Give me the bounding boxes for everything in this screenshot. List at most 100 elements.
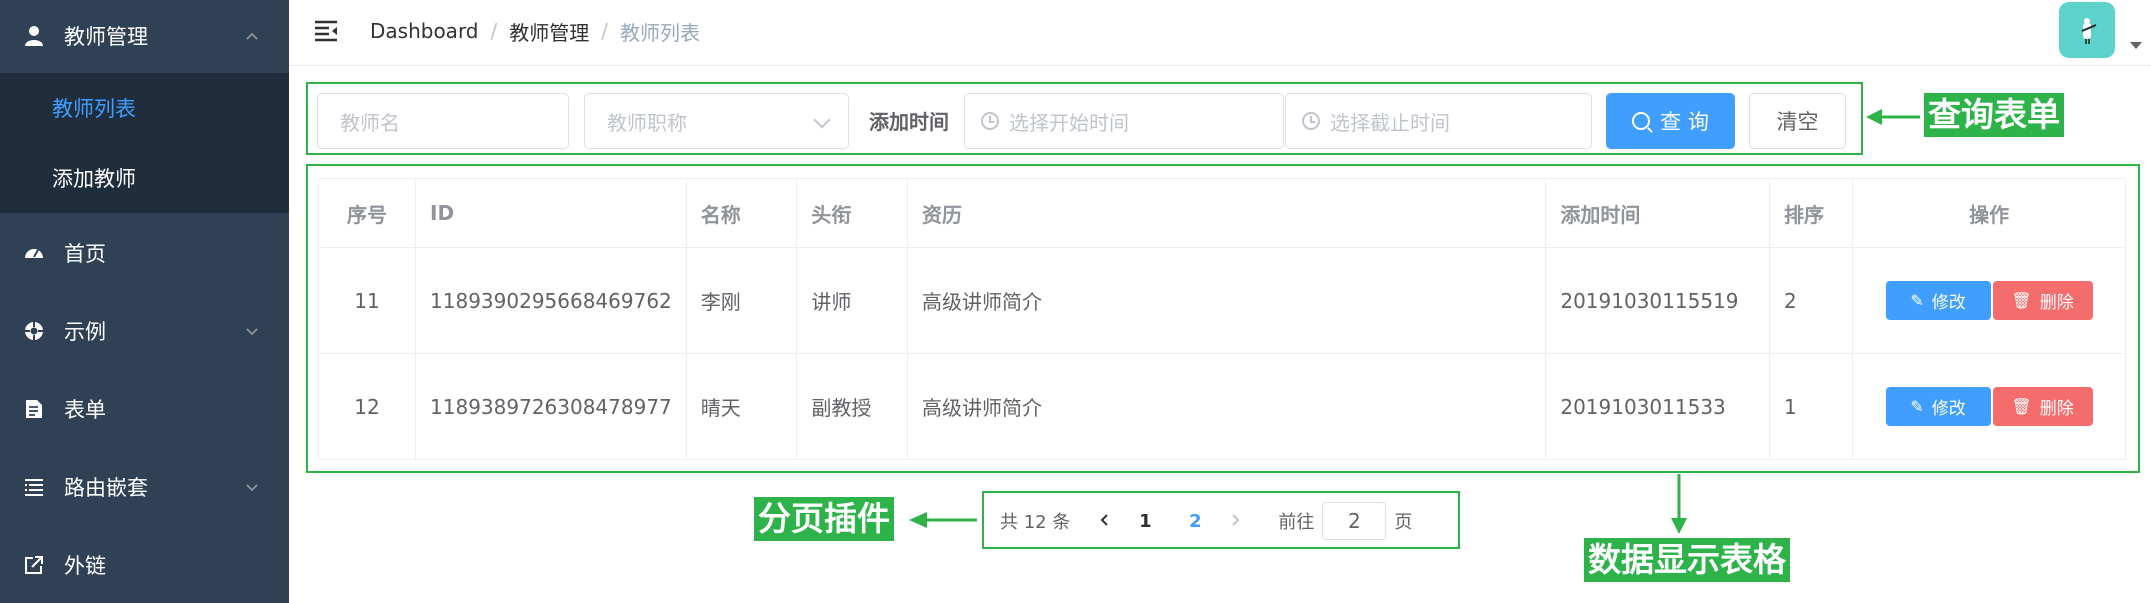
pagination: 共 12 条 1 2 前往 页 [1000, 502, 1413, 540]
edit-button-label: 修改 [1931, 293, 1966, 313]
begin-time-placeholder: 选择开始时间 [1009, 110, 1129, 135]
sidebar-item-form[interactable]: 表单 [0, 370, 289, 448]
sidebar-item-link-label: 外链 [64, 554, 106, 578]
edit-icon: ✎ [1910, 291, 1924, 310]
cell-intro: 高级讲师简介 [906, 247, 1547, 354]
teacher-name-placeholder: 教师名 [340, 110, 400, 135]
teacher-level-select[interactable]: 教师职称 [584, 93, 849, 149]
column-header: 序号 [317, 178, 417, 248]
cell-title: 讲师 [796, 247, 908, 354]
breadcrumb-separator: / [601, 19, 609, 43]
avatar-image-icon [2081, 18, 2097, 44]
sidebar-item-nested[interactable]: 路由嵌套 [0, 448, 289, 526]
sidebar-item-home[interactable]: 首页 [0, 214, 289, 292]
cell-actions: ✎ 修改 🗑 删除 [1852, 247, 2126, 354]
chevron-down-icon [813, 111, 831, 129]
chevron-up-icon [246, 32, 258, 40]
query-button[interactable]: 查 询 [1606, 93, 1735, 149]
end-time-picker[interactable]: 选择截止时间 [1285, 93, 1592, 149]
form-icon [22, 397, 46, 421]
next-page-button[interactable] [1220, 511, 1250, 532]
annotation-arrow [1866, 109, 1920, 125]
edit-button[interactable]: ✎ 修改 [1885, 281, 1991, 320]
search-icon [1632, 112, 1651, 130]
table-row: 12 1189389726308478977 晴天 副教授 高级讲师简介 201… [317, 353, 2126, 460]
page-number-1[interactable]: 1 [1120, 511, 1170, 532]
cell-index: 12 [317, 353, 417, 460]
column-header: 添加时间 [1545, 178, 1770, 248]
cell-sort: 2 [1768, 247, 1854, 354]
cell-actions: ✎ 修改 🗑 删除 [1852, 353, 2126, 460]
chevron-down-icon [246, 328, 258, 336]
sidebar-item-example[interactable]: 示例 [0, 292, 289, 370]
column-header: ID [415, 178, 687, 248]
teacher-table: 序号 ID 名称 头衔 资历 添加时间 排序 操作 11 11893902956… [317, 178, 2126, 460]
sidebar-item-add-teacher[interactable]: 添加教师 [0, 143, 289, 213]
begin-time-picker[interactable]: 选择开始时间 [964, 93, 1284, 149]
column-header: 资历 [906, 178, 1547, 248]
query-button-label: 查 询 [1660, 110, 1709, 134]
sidebar-item-example-label: 示例 [64, 320, 106, 344]
pagination-total: 共 12 条 [1000, 512, 1071, 533]
column-header: 名称 [685, 178, 798, 248]
page-number-2[interactable]: 2 [1170, 511, 1220, 532]
end-time-placeholder: 选择截止时间 [1330, 110, 1450, 135]
edit-icon: ✎ [1910, 397, 1924, 416]
cell-intro: 高级讲师简介 [906, 353, 1547, 460]
cell-time: 20191030115519 [1545, 247, 1770, 354]
submenu-teacher: 教师列表 添加教师 [0, 73, 289, 213]
cell-name: 晴天 [685, 353, 798, 460]
teacher-level-placeholder: 教师职称 [607, 110, 687, 135]
cell-id: 1189390295668469762 [415, 247, 687, 354]
column-header: 排序 [1768, 178, 1854, 248]
add-time-label: 添加时间 [869, 110, 949, 134]
sidebar-group-teacher[interactable]: 教师管理 [0, 0, 289, 72]
goto-label: 前往 [1278, 512, 1315, 533]
breadcrumb-separator: / [490, 19, 498, 43]
clock-icon [981, 112, 999, 130]
sidebar-item-home-label: 首页 [64, 242, 106, 266]
clock-icon [1302, 112, 1320, 130]
column-header: 头衔 [796, 178, 908, 248]
annotation-pagination: 分页插件 [754, 497, 894, 541]
teacher-name-input[interactable]: 教师名 [317, 93, 569, 149]
breadcrumb-dashboard[interactable]: Dashboard [370, 19, 479, 43]
annotation-data-table: 数据显示表格 [1584, 538, 1790, 582]
avatar[interactable] [2059, 2, 2115, 58]
nested-icon [22, 475, 46, 499]
table-row: 11 1189390295668469762 李刚 讲师 高级讲师简介 2019… [317, 247, 2126, 354]
cell-sort: 1 [1768, 353, 1854, 460]
hamburger-icon[interactable] [313, 18, 339, 44]
sidebar-group-teacher-label: 教师管理 [64, 25, 148, 49]
page-unit-label: 页 [1394, 512, 1413, 533]
clear-button[interactable]: 清空 [1749, 93, 1846, 149]
cell-index: 11 [317, 247, 417, 354]
sidebar-item-teacher-list[interactable]: 教师列表 [0, 73, 289, 143]
chevron-down-icon [246, 484, 258, 492]
delete-button[interactable]: 🗑 删除 [1992, 281, 2093, 320]
delete-button-label: 删除 [2039, 293, 2074, 313]
user-icon [22, 24, 46, 48]
navbar: Dashboard / 教师管理 / 教师列表 [289, 0, 2151, 66]
cell-id: 1189389726308478977 [415, 353, 687, 460]
prev-page-button[interactable] [1090, 511, 1120, 532]
dashboard-icon [22, 241, 46, 265]
breadcrumb: Dashboard / 教师管理 / 教师列表 [370, 16, 700, 46]
sidebar-item-form-label: 表单 [64, 398, 106, 422]
trash-icon: 🗑 [2011, 291, 2032, 310]
delete-button-label: 删除 [2039, 399, 2074, 419]
example-icon [22, 319, 46, 343]
edit-button[interactable]: ✎ 修改 [1885, 387, 1991, 426]
chevron-left-icon [1100, 513, 1109, 526]
column-header: 操作 [1852, 178, 2126, 248]
link-icon [22, 553, 46, 577]
annotation-query-form: 查询表单 [1924, 93, 2064, 137]
sidebar-item-link[interactable]: 外链 [0, 526, 289, 603]
breadcrumb-teacher-list: 教师列表 [620, 20, 701, 45]
goto-page-input[interactable] [1322, 502, 1387, 540]
chevron-right-icon [1232, 513, 1240, 526]
delete-button[interactable]: 🗑 删除 [1992, 387, 2093, 426]
breadcrumb-teacher-manage[interactable]: 教师管理 [509, 17, 589, 46]
caret-down-icon[interactable] [2130, 42, 2142, 49]
annotation-arrow [1671, 474, 1687, 534]
